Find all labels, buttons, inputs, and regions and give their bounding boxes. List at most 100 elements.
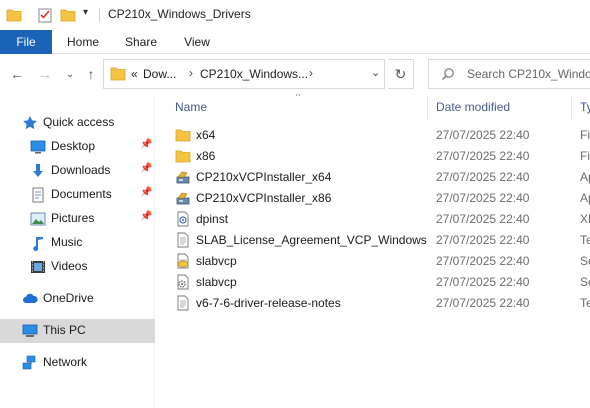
file-row[interactable]: SLAB_License_Agreement_VCP_Windows 27/07… bbox=[169, 230, 590, 251]
file-date: 27/07/2025 22:40 bbox=[436, 275, 530, 289]
customize-toolbar-icon[interactable]: ▾ bbox=[83, 7, 88, 18]
tab-file[interactable]: File bbox=[0, 30, 52, 54]
column-header-name[interactable]: Name bbox=[175, 100, 207, 114]
file-date: 27/07/2025 22:40 bbox=[436, 254, 530, 268]
setup-info-icon bbox=[177, 274, 189, 290]
nav-item-label: Network bbox=[43, 355, 88, 369]
folder-icon bbox=[110, 67, 126, 81]
file-type: Se bbox=[580, 254, 590, 268]
pin-icon[interactable]: 📌 bbox=[140, 187, 152, 198]
nav-item-label: Documents bbox=[51, 187, 112, 201]
search-box[interactable] bbox=[428, 59, 590, 89]
folder-icon bbox=[175, 129, 191, 142]
star-icon bbox=[23, 116, 37, 130]
address-bar[interactable]: « Dow... › CP210x_Windows... › ⌄ bbox=[103, 59, 385, 89]
address-row: ← → ⌄ ↑ « Dow... › CP210x_Windows... › ⌄… bbox=[0, 54, 590, 94]
folder-icon[interactable] bbox=[6, 7, 22, 23]
text-file-icon bbox=[177, 232, 189, 248]
recent-locations-icon[interactable]: ⌄ bbox=[61, 67, 79, 83]
breadcrumb-downloads[interactable]: Dow... bbox=[143, 67, 176, 81]
nav-item-music[interactable]: Music bbox=[0, 231, 155, 255]
file-date: 27/07/2025 22:40 bbox=[436, 191, 530, 205]
pin-icon[interactable]: 📌 bbox=[140, 211, 152, 222]
file-row[interactable]: v6-7-6-driver-release-notes 27/07/2025 2… bbox=[169, 293, 590, 314]
file-row[interactable]: CP210xVCPInstaller_x86 27/07/2025 22:40 … bbox=[169, 188, 590, 209]
nav-item-label: Desktop bbox=[51, 139, 96, 153]
documents-icon bbox=[32, 187, 44, 203]
breadcrumb-current[interactable]: CP210x_Windows... bbox=[200, 67, 308, 81]
breadcrumb-overflow[interactable]: « bbox=[131, 67, 138, 81]
chevron-right-icon[interactable]: › bbox=[309, 66, 313, 80]
nav-item-onedrive[interactable]: OneDrive bbox=[0, 287, 155, 311]
nav-item-network[interactable]: Network bbox=[0, 351, 155, 375]
file-list: ^ Name Date modified Ty x64 27/07/2025 2… bbox=[157, 94, 590, 408]
refresh-button[interactable]: ↻ bbox=[388, 59, 414, 89]
file-name: slabvcp bbox=[196, 275, 237, 289]
pictures-icon bbox=[30, 212, 46, 226]
desktop-icon bbox=[30, 140, 46, 154]
file-type: Ap bbox=[580, 170, 590, 184]
file-row[interactable]: slabvcp 27/07/2025 22:40 Se bbox=[169, 251, 590, 272]
tab-home[interactable]: Home bbox=[62, 30, 104, 54]
nav-item-videos[interactable]: Videos bbox=[0, 255, 155, 279]
column-divider[interactable] bbox=[571, 96, 572, 120]
file-date: 27/07/2025 22:40 bbox=[436, 128, 530, 142]
forward-arrow-icon[interactable]: → bbox=[36, 66, 54, 82]
file-type: Te bbox=[580, 296, 590, 310]
column-header-type[interactable]: Ty bbox=[580, 100, 590, 114]
chevron-right-icon[interactable]: › bbox=[189, 66, 193, 80]
nav-item-label: Quick access bbox=[43, 115, 115, 129]
column-header-date[interactable]: Date modified bbox=[436, 100, 510, 114]
file-type: Te bbox=[580, 233, 590, 247]
nav-item-this-pc[interactable]: This PC bbox=[0, 319, 155, 343]
nav-item-label: Downloads bbox=[51, 163, 111, 177]
back-arrow-icon[interactable]: ← bbox=[8, 66, 26, 82]
search-input[interactable] bbox=[467, 64, 590, 84]
file-row[interactable]: dpinst 27/07/2025 22:40 XM bbox=[169, 209, 590, 230]
nav-item-quick-access[interactable]: Quick access bbox=[0, 111, 155, 135]
file-name: CP210xVCPInstaller_x86 bbox=[196, 191, 332, 205]
new-folder-icon[interactable] bbox=[60, 7, 76, 23]
nav-item-pictures[interactable]: Pictures 📌 bbox=[0, 207, 155, 231]
title-bar: ▾ CP210x_Windows_Drivers bbox=[0, 0, 590, 30]
ribbon-tabs: File Home Share View bbox=[0, 30, 590, 54]
column-divider[interactable] bbox=[427, 96, 428, 120]
installer-icon bbox=[176, 192, 190, 205]
tab-view[interactable]: View bbox=[176, 30, 218, 54]
file-row[interactable]: slabvcp 27/07/2025 22:40 Se bbox=[169, 272, 590, 293]
nav-item-label: Music bbox=[51, 235, 83, 249]
pin-icon[interactable]: 📌 bbox=[140, 163, 152, 174]
nav-item-label: This PC bbox=[43, 323, 86, 337]
download-icon bbox=[33, 164, 43, 177]
file-date: 27/07/2025 22:40 bbox=[436, 170, 530, 184]
file-name: dpinst bbox=[196, 212, 229, 226]
up-arrow-icon[interactable]: ↑ bbox=[82, 66, 100, 82]
file-name: SLAB_License_Agreement_VCP_Windows bbox=[196, 233, 427, 247]
file-type: XM bbox=[580, 212, 590, 226]
nav-item-label: Videos bbox=[51, 259, 88, 273]
file-name: slabvcp bbox=[196, 254, 237, 268]
search-icon bbox=[442, 68, 454, 80]
pc-icon bbox=[22, 324, 38, 337]
nav-item-documents[interactable]: Documents 📌 bbox=[0, 183, 155, 207]
navigation-pane: Quick access Desktop 📌 Downloads 📌 Docum… bbox=[0, 94, 155, 408]
file-date: 27/07/2025 22:40 bbox=[436, 149, 530, 163]
nav-item-label: Pictures bbox=[51, 211, 95, 225]
file-row[interactable]: x86 27/07/2025 22:40 Fi bbox=[169, 146, 590, 167]
file-row[interactable]: x64 27/07/2025 22:40 Fi bbox=[169, 125, 590, 146]
tab-share[interactable]: Share bbox=[120, 30, 162, 54]
file-type: Fi bbox=[580, 149, 590, 163]
nav-item-label: OneDrive bbox=[43, 291, 94, 305]
network-icon bbox=[22, 355, 36, 370]
pin-icon[interactable]: 📌 bbox=[140, 139, 152, 150]
file-date: 27/07/2025 22:40 bbox=[436, 233, 530, 247]
nav-item-downloads[interactable]: Downloads 📌 bbox=[0, 159, 155, 183]
installer-icon bbox=[176, 171, 190, 184]
file-row[interactable]: CP210xVCPInstaller_x64 27/07/2025 22:40 … bbox=[169, 167, 590, 188]
properties-icon[interactable] bbox=[37, 7, 53, 23]
sort-ascending-icon: ^ bbox=[296, 94, 301, 101]
nav-item-desktop[interactable]: Desktop 📌 bbox=[0, 135, 155, 159]
file-type: Fi bbox=[580, 128, 590, 142]
text-file-icon bbox=[177, 295, 189, 311]
address-dropdown-button[interactable]: ⌄ bbox=[363, 60, 385, 88]
